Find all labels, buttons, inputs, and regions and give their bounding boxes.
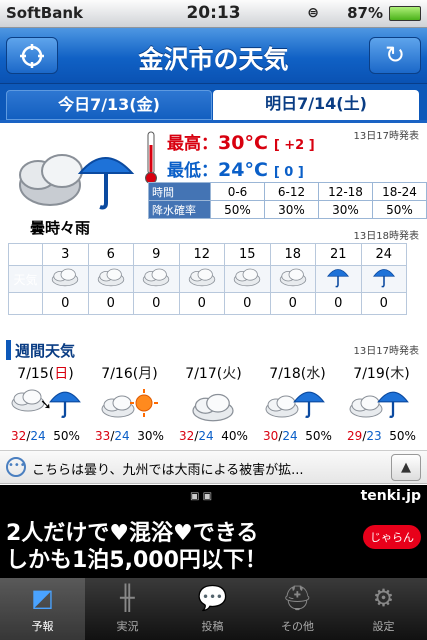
weekly-date: 7/18(水) [269,366,326,382]
day-tabs: 今日7/13(金) 明日7/14(土) [0,84,427,120]
issued-time: 13日17時発表 [353,131,419,142]
weekly-day[interactable]: 7/19(木) 29/23 50% [340,363,423,443]
weekly-date: 7/17(火) [185,366,242,382]
weekly-temps: 32/24 50% [11,429,80,443]
hour-cell: 3 [42,243,89,266]
low-temp: 最低：24°C [ 0 ] [167,159,304,181]
page-title: 金沢市の天気 [138,45,289,74]
hour-cell: 6 [87,243,134,266]
tab-settings[interactable]: ⚙ 設定 [340,578,427,640]
hour-cell: 21 [315,243,362,266]
ad-indicator-icon: ▣ ▣ [190,491,213,502]
weekly-day[interactable]: 7/16(月) 33/24 30% [88,363,171,443]
weekly-temps: 32/24 40% [179,429,248,443]
precip-cell: 0 [360,292,407,315]
precip-cell: 0 [178,292,225,315]
status-bar: SoftBank 20:13 ⊜ 87% [0,0,427,28]
ad-badge: じゃらん [363,525,421,549]
weekly-day[interactable]: 7/15(日) ➘ 32/24 50% [4,363,87,443]
precip-cell: 0 [133,292,180,315]
umbrella-icon [360,265,407,293]
refresh-button[interactable]: ↻ [369,37,421,74]
cloud-icon [172,383,255,429]
news-ticker[interactable]: ••• こちらは曇り、九州では大雨による被害が拡... ▲ [0,450,427,484]
bottom-tab-bar: ◩ 予報 ╫ 実況 💬 投稿 ⛑ その他 ⚙ 設定 [0,578,427,640]
settings-person-icon: ⚙ [372,584,395,612]
tower-icon: ╫ [120,584,135,612]
cloud-icon [87,265,134,293]
cloud-rain-icon [340,383,423,429]
hourly-issued-time: 13日18時発表 [353,231,419,242]
precip-cell: 0 [42,292,89,315]
cloud-sun-icon [88,383,171,429]
tab-post[interactable]: 💬 投稿 [170,578,255,640]
precip-cell: 0 [224,292,271,315]
cloud-icon [224,265,271,293]
news-text[interactable]: こちらは曇り、九州では大雨による被害が拡... [32,459,377,478]
app-header: 金沢市の天気 ↻ [0,28,427,84]
weekly-temps: 30/24 50% [263,429,332,443]
weekly-day[interactable]: 7/18(水) 30/24 50% [256,363,339,443]
cloud-rain-icon [256,383,339,429]
hour-cell: 18 [269,243,316,266]
umbrella-icon [315,265,362,293]
battery-icon [389,6,421,21]
weekly-title: 週間天気 [6,340,75,360]
cloud-to-rain-icon: ➘ [4,383,87,429]
today-forecast: 13日17時発表 曇時々雨 最高：30°C [ +2 ] 最低：24°C [ 0… [0,120,427,242]
cloud-icon [42,265,89,293]
cloud-rain-icon [19,154,135,210]
hour-cell: 9 [133,243,180,266]
refresh-icon: ↻ [384,41,406,69]
ad-line2: しかも1泊5,000円以下！ [6,548,267,573]
tab-observation[interactable]: ╫ 実況 [85,578,170,640]
hour-cell: 15 [224,243,271,266]
weekly-temps: 29/23 50% [347,429,416,443]
precip-cell: 0 [269,292,316,315]
expand-up-button[interactable]: ▲ [391,454,421,481]
cloud-icon [269,265,316,293]
weekly-day[interactable]: 7/17(火) 32/24 40% [172,363,255,443]
rotation-lock-icon: ⊜ [307,5,319,21]
weekly-date: 7/15(日) [17,366,74,382]
tab-tomorrow[interactable]: 明日7/14(土) [213,90,419,120]
hourly-forecast-table: 時間 3 6 9 12 15 18 21 24 天気 降水 0 0 0 0 0 0 0 0 [8,243,407,315]
map-icon: ◩ [31,584,54,612]
weekly-temps: 33/24 30% [95,429,164,443]
tab-forecast[interactable]: ◩ 予報 [0,578,85,640]
ad-brand: tenki.jp [360,488,421,504]
precip-cell: 0 [87,292,134,315]
tab-today[interactable]: 今日7/13(金) [6,90,212,120]
cloud-icon [178,265,225,293]
precip-cell: 0 [315,292,362,315]
helmet-icon: ⛑ [282,584,313,612]
thermometer-icon [145,131,157,184]
battery-percent: 87% [347,4,383,22]
hour-cell: 12 [178,243,225,266]
high-temp: 最高：30°C [ +2 ] [167,132,315,154]
chat-bubble-icon: 💬 [197,584,228,612]
precip-prob-table: 時間 0-6 6-12 12-18 18-24 降水確率 50% 30% 30% 50% [148,182,427,219]
today-weather-text: 曇時々雨 [30,219,91,237]
weekly-date: 7/16(月) [101,366,158,382]
speech-bubble-icon: ••• [6,457,26,477]
ad-banner[interactable]: ▣ ▣ tenki.jp 2人だけで♥混浴♥できる しかも1泊5,000円以下！… [0,485,427,578]
weekly-issued-time: 13日17時発表 [353,346,419,357]
hour-cell: 24 [360,243,407,266]
cloud-icon [133,265,180,293]
tab-other[interactable]: ⛑ その他 [255,578,340,640]
weekly-date: 7/19(木) [353,366,410,382]
